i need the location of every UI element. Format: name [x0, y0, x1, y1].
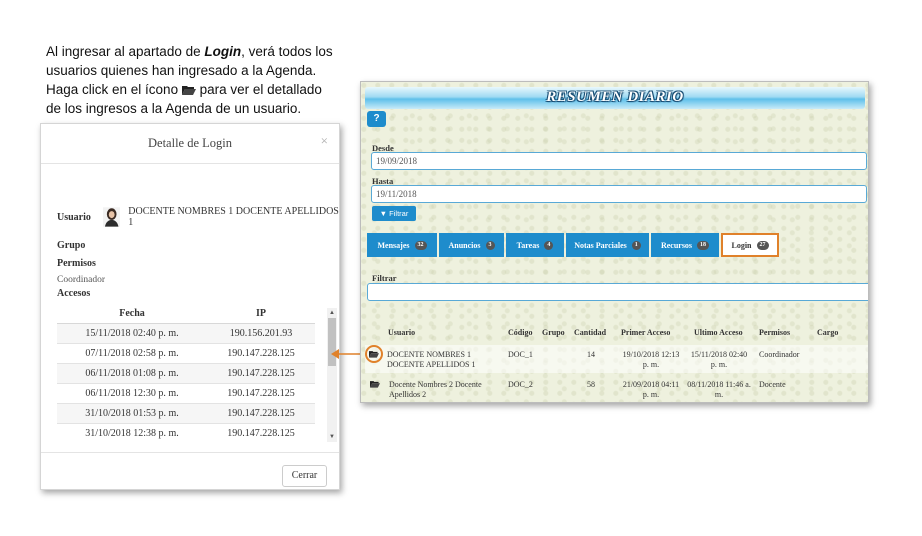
column-header-cargo: Cargo [817, 328, 839, 337]
instruction-part1: Al ingresar al apartado de [46, 44, 205, 59]
ip-cell: 190.147.228.125 [227, 348, 295, 359]
banner-title: RESUMEN DIARIO [546, 89, 684, 105]
instruction-text: Al ingresar al apartado de Login, verá t… [46, 42, 336, 118]
fecha-cell: 15/11/2018 02:40 p. m. [85, 328, 179, 339]
column-header-cantidad: Cantidad [574, 328, 607, 337]
ip-cell: 190.147.228.125 [227, 388, 295, 399]
table-row: 06/11/2018 12:30 p. m. 190.147.228.125 [57, 384, 315, 404]
table-row: Docente Nombres 2 Docente Apellidos 2 DO… [365, 375, 868, 402]
tab-count-badge: 32 [414, 240, 427, 250]
table-row: 31/10/2018 12:38 p. m. 190.147.228.125 [57, 424, 315, 442]
primer-acceso-cell: 19/10/2018 12:13 p. m. [622, 350, 680, 369]
column-header-codigo: Código [508, 328, 533, 337]
tab-count-badge: 18 [697, 240, 710, 250]
permisos-cell: Coordinador [759, 350, 800, 359]
tab-mensajes[interactable]: Mensajes 32 [367, 233, 437, 257]
filter-icon: ▼ [379, 209, 390, 218]
tab-label: Tareas [516, 240, 540, 250]
banner: RESUMEN DIARIO [365, 87, 865, 109]
accesos-table-header: Fecha IP [57, 304, 315, 324]
column-header-ip: IP [256, 308, 266, 319]
ip-cell: 190.147.228.125 [227, 368, 295, 379]
tab-recursos[interactable]: Recursos 18 [651, 233, 719, 257]
scroll-up-icon[interactable]: ▲ [327, 308, 337, 318]
folder-open-icon[interactable] [370, 380, 380, 388]
column-header-ultimo-acceso: Ultimo Acceso [694, 328, 743, 337]
folder-open-icon [181, 86, 196, 95]
usuario-cell: DOCENTE NOMBRES 1 DOCENTE APELLIDOS 1 [387, 350, 476, 369]
accesos-label: Accesos [57, 288, 91, 299]
tab-count-badge: 27 [756, 240, 769, 250]
cantidad-cell: 14 [587, 350, 595, 359]
codigo-cell: DOC_2 [508, 380, 533, 389]
accesos-table-body: 15/11/2018 02:40 p. m. 190.156.201.93 07/… [57, 324, 315, 442]
hasta-input[interactable]: 19/11/2018 [371, 185, 867, 203]
modal-title: Detalle de Login [148, 136, 232, 150]
ip-cell: 190.147.228.125 [227, 428, 295, 439]
login-detail-modal: Detalle de Login × Usuario DOCENTE NOMBR… [40, 123, 340, 490]
filtrar-button[interactable]: ▼ Filtrar [372, 206, 416, 221]
tab-tareas[interactable]: Tareas 4 [506, 233, 564, 257]
tab-count-badge: 4 [544, 240, 554, 250]
usuario-cell: Docente Nombres 2 Docente Apellidos 2 [389, 380, 482, 399]
tab-label: Notas Parciales [574, 240, 627, 250]
permisos-cell: Docente [759, 380, 786, 389]
resumen-diario-panel: RESUMEN DIARIO ? Desde 19/09/2018 Hasta … [360, 81, 869, 403]
fecha-cell: 06/11/2018 12:30 p. m. [85, 388, 179, 399]
ultimo-acceso-cell: 15/11/2018 02:40 p. m. [690, 350, 748, 369]
tab-label: Login [731, 240, 752, 250]
tab-count-badge: 3 [485, 240, 495, 250]
column-header-grupo: Grupo [542, 328, 565, 337]
table-row: 15/11/2018 02:40 p. m. 190.156.201.93 [57, 324, 315, 344]
codigo-cell: DOC_1 [508, 350, 533, 359]
close-icon[interactable]: × [321, 133, 328, 149]
scroll-down-icon[interactable]: ▼ [327, 432, 337, 442]
accesos-table: Fecha IP 15/11/2018 02:40 p. m. 190.156.2… [57, 304, 315, 442]
cerrar-button[interactable]: Cerrar [282, 465, 327, 487]
grupo-label: Grupo [57, 240, 86, 251]
tab-label: Mensajes [377, 240, 410, 250]
ip-cell: 190.147.228.125 [227, 408, 295, 419]
ip-cell: 190.156.201.93 [229, 328, 293, 339]
column-header-primer-acceso: Primer Acceso [621, 328, 671, 337]
permisos-value: Coordinador [57, 275, 106, 285]
fecha-cell: 31/10/2018 12:38 p. m. [85, 428, 179, 439]
column-header-usuario: Usuario [388, 328, 416, 337]
filtrar-label: Filtrar [372, 273, 397, 283]
modal-header: Detalle de Login × [41, 124, 339, 164]
modal-footer: Cerrar [41, 452, 339, 490]
tab-notas-parciales[interactable]: Notas Parciales 1 [566, 233, 649, 257]
avatar [102, 207, 121, 227]
table-row: 06/11/2018 01:08 p. m. 190.147.228.125 [57, 364, 315, 384]
desde-input[interactable]: 19/09/2018 [371, 152, 867, 170]
column-header-fecha: Fecha [119, 308, 145, 319]
usuario-row: Usuario DOCENTE NOMBRES 1 DOCENTE APELLI… [57, 206, 339, 228]
filtrar-input[interactable] [367, 283, 868, 301]
ultimo-acceso-cell: 08/11/2018 11:46 a. m. [687, 380, 751, 399]
table-row: 07/11/2018 02:58 p. m. 190.147.228.125 [57, 344, 315, 364]
usuario-label: Usuario [57, 211, 91, 223]
table-row: 31/10/2018 01:53 p. m. 190.147.228.125 [57, 404, 315, 424]
cantidad-cell: 58 [587, 380, 595, 389]
tabs-bar: Mensajes 32 Anuncios 3 Tareas 4 Notas Parci… [367, 233, 781, 257]
help-button[interactable]: ? [367, 111, 386, 127]
folder-open-button[interactable] [365, 345, 383, 363]
instruction-login-word: Login [204, 44, 242, 59]
folder-open-icon [369, 351, 379, 358]
fecha-cell: 07/11/2018 02:58 p. m. [85, 348, 179, 359]
column-header-permisos: Permisos [759, 328, 791, 337]
usuario-name: DOCENTE NOMBRES 1 DOCENTE APELLIDOS 1 [128, 206, 339, 228]
fecha-cell: 06/11/2018 01:08 p. m. [85, 368, 179, 379]
permisos-label: Permisos [57, 258, 96, 269]
table-row: DOCENTE NOMBRES 1 DOCENTE APELLIDOS 1 DO… [365, 345, 868, 373]
tab-login[interactable]: Login 27 [721, 233, 779, 257]
accesos-scrollbar[interactable]: ▲ ▼ [327, 308, 337, 442]
tab-label: Recursos [660, 240, 693, 250]
primer-acceso-cell: 21/09/2018 04:11 p. m. [622, 380, 680, 399]
tab-label: Anuncios [448, 240, 481, 250]
fecha-cell: 31/10/2018 01:53 p. m. [85, 408, 179, 419]
tab-anuncios[interactable]: Anuncios 3 [439, 233, 504, 257]
filtrar-button-label: Filtrar [389, 209, 409, 218]
tab-count-badge: 1 [631, 240, 641, 250]
